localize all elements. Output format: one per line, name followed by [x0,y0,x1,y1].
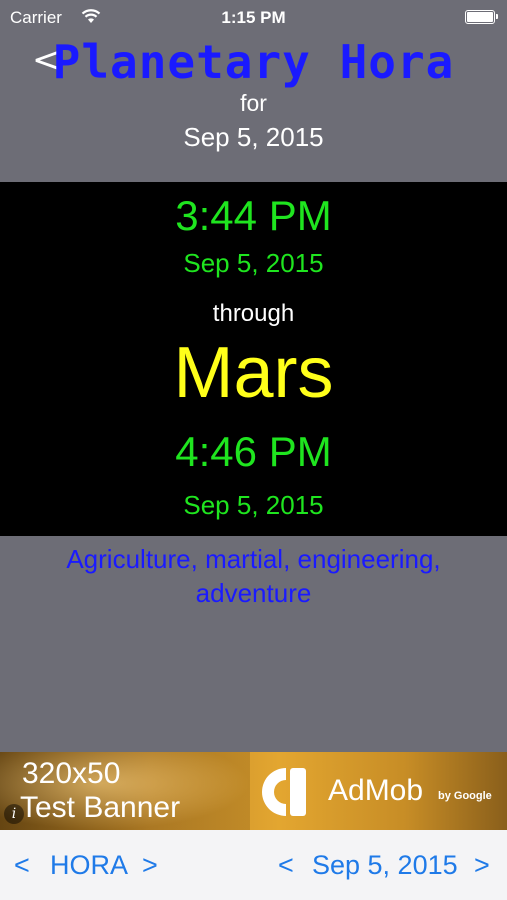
status-time: 1:15 PM [221,8,286,27]
through-label: through [212,300,295,327]
status-bar: Carrier 1:15 PM [0,0,507,36]
admob-brand: AdMob [328,774,424,807]
for-label: for [240,90,267,116]
hora-next-button[interactable]: > [142,850,158,881]
admob-by-google: by Google [438,790,492,802]
date-next-button[interactable]: > [474,850,490,881]
date-prev-button[interactable]: < [278,850,294,881]
page-title: Planetary Hora [52,35,455,89]
header-date: Sep 5, 2015 [183,122,324,152]
ad-banner[interactable]: 320x50 Test Banner i AdMob by Google [0,752,507,830]
date-button[interactable]: Sep 5, 2015 [312,850,458,881]
planet-name: Mars [173,333,334,413]
start-date: Sep 5, 2015 [183,248,324,278]
ad-test-banner-label: Test Banner [20,791,181,824]
hora-button[interactable]: HORA [50,850,128,881]
bottom-bar: < HORA > < Sep 5, 2015 > [0,830,507,900]
hora-prev-button[interactable]: < [14,850,30,881]
admob-logo-icon [262,768,306,816]
start-time: 3:44 PM [175,192,332,239]
hora-description: Agriculture, martial, engineering, adven… [66,544,441,608]
info-icon[interactable]: i [4,804,24,824]
battery-icon [465,10,498,24]
end-date: Sep 5, 2015 [183,490,324,520]
hora-panel: 3:44 PM Sep 5, 2015 through Mars 4:46 PM… [0,182,507,536]
end-time: 4:46 PM [175,428,332,475]
ad-size-label: 320x50 [22,757,121,790]
